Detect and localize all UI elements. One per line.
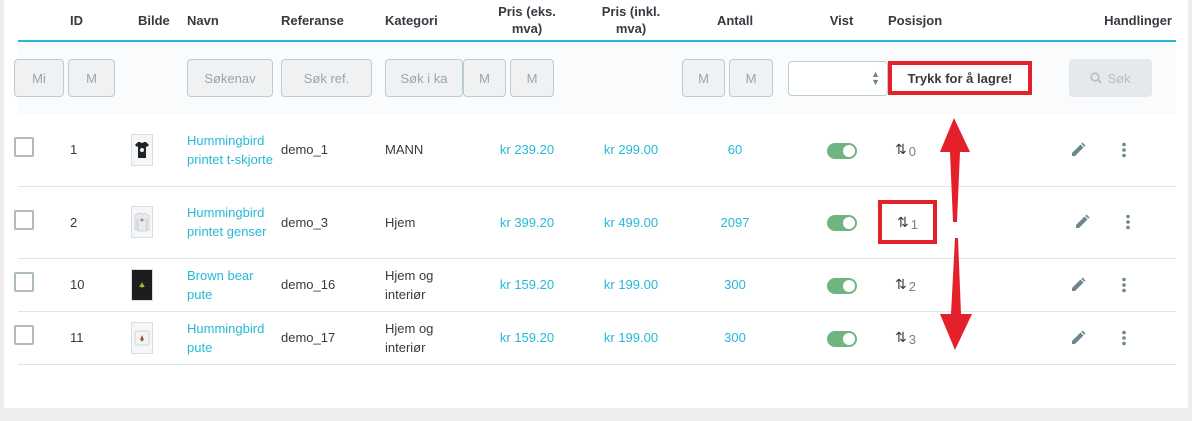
header-actions: Handlinger: [1104, 12, 1172, 28]
quantity-min-input[interactable]: M: [682, 59, 725, 97]
position-handle[interactable]: ⇅ 3: [895, 326, 916, 349]
product-name-link[interactable]: Hummingbird printet genser: [187, 203, 275, 241]
shown-filter-select[interactable]: ▲ ▼: [788, 60, 888, 96]
header-position-actions: Posisjon Handlinger: [888, 0, 1176, 42]
row-checkbox[interactable]: [14, 272, 34, 292]
header-price-incl[interactable]: Pris (inkl. mva): [579, 0, 683, 42]
row-reference: demo_17: [281, 311, 385, 365]
row-quantity[interactable]: 300: [683, 258, 787, 312]
row-price-excl[interactable]: kr 159.20: [475, 311, 579, 365]
header-checkbox: [18, 0, 58, 42]
black-cushion-icon: [131, 268, 153, 301]
row-category: Hjem: [385, 186, 475, 259]
more-options-icon[interactable]: [1122, 277, 1126, 293]
edit-icon[interactable]: [1070, 277, 1086, 293]
save-position-hint[interactable]: Trykk for å lagre!: [888, 61, 1032, 95]
header-name[interactable]: Navn: [184, 0, 281, 42]
row-price-incl[interactable]: kr 299.00: [579, 114, 683, 187]
row-reference: demo_16: [281, 258, 385, 312]
shown-toggle[interactable]: [826, 277, 857, 294]
row-reference: demo_3: [281, 186, 385, 259]
tshirt-icon: [131, 133, 153, 166]
table-row[interactable]: 2 Hummingbird printet genser demo_3 Hjem…: [14, 186, 1176, 259]
row-price-excl[interactable]: kr 399.20: [475, 186, 579, 259]
sort-arrows-icon: ⇅: [897, 213, 909, 230]
sweater-icon: [131, 206, 153, 238]
more-options-icon[interactable]: [1122, 330, 1126, 346]
header-shown[interactable]: Vist: [787, 0, 896, 42]
position-handle[interactable]: ⇅ 1: [897, 211, 918, 234]
row-checkbox[interactable]: [14, 137, 34, 158]
product-name-link[interactable]: Hummingbird pute: [187, 319, 275, 357]
header-quantity[interactable]: Antall: [683, 0, 787, 42]
sort-arrows-icon: ⇅: [895, 276, 907, 292]
position-handle[interactable]: ⇅ 0: [895, 138, 916, 161]
sort-arrows-icon: ⇅: [895, 141, 907, 158]
category-search-input[interactable]: Søk i ka: [385, 59, 463, 97]
shown-toggle[interactable]: [826, 330, 857, 347]
filter-row: Mi M Søkenav Søk ref. Søk i ka M M M M ▲…: [14, 41, 1176, 114]
row-price-incl[interactable]: kr 499.00: [579, 186, 683, 259]
row-quantity[interactable]: 300: [683, 311, 787, 365]
header-image: Bilde: [138, 0, 184, 42]
row-id: 11: [58, 311, 138, 365]
table-header-row: ID Bilde Navn Referanse Kategori Pris (e…: [18, 0, 1176, 42]
search-button[interactable]: Søk: [1069, 59, 1152, 97]
row-quantity[interactable]: 2097: [683, 186, 787, 259]
quantity-max-input[interactable]: M: [729, 59, 773, 97]
id-min-input[interactable]: Mi: [14, 59, 64, 97]
edit-icon[interactable]: [1070, 142, 1086, 158]
row-id: 10: [58, 258, 138, 312]
name-search-input[interactable]: Søkenav: [187, 59, 273, 97]
row-checkbox[interactable]: [14, 325, 34, 345]
row-price-incl[interactable]: kr 199.00: [579, 258, 683, 312]
product-name-link[interactable]: Brown bear pute: [187, 266, 275, 304]
row-checkbox[interactable]: [14, 209, 34, 230]
price-excl-min-input[interactable]: M: [463, 59, 506, 97]
white-cushion-icon: [131, 321, 153, 354]
id-max-input[interactable]: M: [68, 59, 115, 97]
row-id: 1: [58, 114, 138, 187]
table-row[interactable]: 11 Hummingbird pute demo_17 Hjem og inte…: [14, 311, 1176, 365]
edit-icon[interactable]: [1070, 330, 1086, 346]
row-price-excl[interactable]: kr 239.20: [475, 114, 579, 187]
row-reference: demo_1: [281, 114, 385, 187]
header-reference[interactable]: Referanse: [281, 0, 385, 42]
row-price-incl[interactable]: kr 199.00: [579, 311, 683, 365]
edit-icon[interactable]: [1074, 214, 1090, 230]
price-excl-max-input[interactable]: M: [510, 59, 554, 97]
row-category: MANN: [385, 114, 475, 187]
position-handle[interactable]: ⇅ 2: [895, 273, 916, 296]
sort-arrows-icon: ⇅: [895, 329, 907, 345]
header-price-excl[interactable]: Pris (eks. mva): [475, 0, 579, 42]
header-id[interactable]: ID: [58, 0, 138, 42]
header-position[interactable]: Posisjon: [888, 12, 942, 29]
row-category: Hjem og interiør: [385, 267, 434, 302]
row-price-excl[interactable]: kr 159.20: [475, 258, 579, 312]
product-name-link[interactable]: Hummingbird printet t-skjorte: [187, 131, 275, 169]
more-options-icon[interactable]: [1126, 214, 1130, 230]
shown-toggle[interactable]: [826, 142, 857, 159]
shown-toggle[interactable]: [826, 215, 857, 232]
table-row[interactable]: 1 Hummingbird printet t-skjorte demo_1 M…: [14, 114, 1176, 187]
table-row[interactable]: 10 Brown bear pute demo_16 Hjem og inter…: [14, 258, 1176, 312]
position-highlight: ⇅ 1: [878, 200, 937, 244]
reference-search-input[interactable]: Søk ref.: [281, 59, 372, 97]
product-list-panel: ID Bilde Navn Referanse Kategori Pris (e…: [4, 0, 1188, 408]
row-category: Hjem og interiør: [385, 320, 434, 355]
search-icon: [1090, 72, 1103, 84]
more-options-icon[interactable]: [1122, 142, 1126, 158]
row-quantity[interactable]: 60: [683, 114, 787, 187]
product-table: ID Bilde Navn Referanse Kategori Pris (e…: [14, 0, 1176, 365]
select-arrows-icon: ▲ ▼: [871, 68, 880, 87]
row-id: 2: [58, 186, 138, 259]
header-category[interactable]: Kategori: [385, 0, 475, 42]
